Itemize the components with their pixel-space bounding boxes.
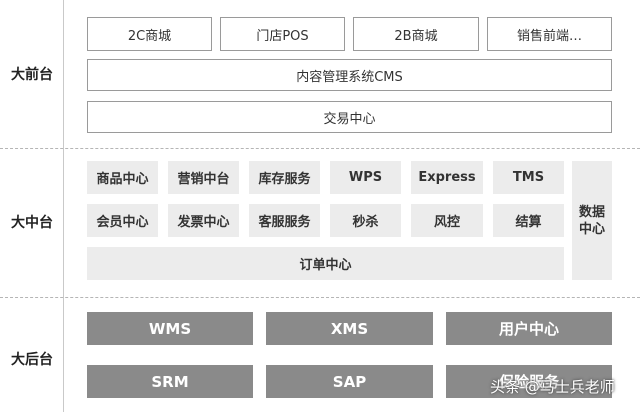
middle-flash-sale: 秒杀 xyxy=(330,204,401,237)
middle-data-center: 数据 中心 xyxy=(572,161,612,280)
front-cms: 内容管理系统CMS xyxy=(87,59,612,91)
middle-customer-service: 客服服务 xyxy=(249,204,320,237)
back-user-center: 用户中心 xyxy=(446,312,612,345)
front-channel-2b-mall: 2B商城 xyxy=(353,17,479,51)
front-trade-center: 交易中心 xyxy=(87,101,612,133)
architecture-diagram: 大前台 大中台 大后台 2C商城 门店POS 2B商城 销售前端… 内容管理系统… xyxy=(0,0,640,412)
divider-front-middle xyxy=(0,148,640,149)
back-xms: XMS xyxy=(266,312,433,345)
middle-member-center: 会员中心 xyxy=(87,204,158,237)
front-channel-sales-frontend: 销售前端… xyxy=(487,17,612,51)
front-channel-store-pos: 门店POS xyxy=(220,17,345,51)
row-label-middle: 大中台 xyxy=(11,215,53,231)
front-channel-2c-mall: 2C商城 xyxy=(87,17,212,51)
middle-product-center: 商品中心 xyxy=(87,161,158,194)
watermark: 头条 @马士兵老师 xyxy=(490,378,615,396)
row-label-back: 大后台 xyxy=(11,352,53,368)
middle-express: Express xyxy=(411,161,483,194)
middle-marketing: 营销中台 xyxy=(168,161,239,194)
divider-middle-back xyxy=(0,297,640,298)
back-sap: SAP xyxy=(266,365,433,398)
middle-order-center: 订单中心 xyxy=(87,247,564,280)
back-wms: WMS xyxy=(87,312,253,345)
middle-inventory: 库存服务 xyxy=(249,161,320,194)
row-label-front: 大前台 xyxy=(11,67,53,83)
middle-settlement: 结算 xyxy=(493,204,564,237)
middle-invoice-center: 发票中心 xyxy=(168,204,239,237)
back-srm: SRM xyxy=(87,365,253,398)
middle-tms: TMS xyxy=(493,161,564,194)
middle-risk-control: 风控 xyxy=(411,204,483,237)
middle-wps: WPS xyxy=(330,161,401,194)
